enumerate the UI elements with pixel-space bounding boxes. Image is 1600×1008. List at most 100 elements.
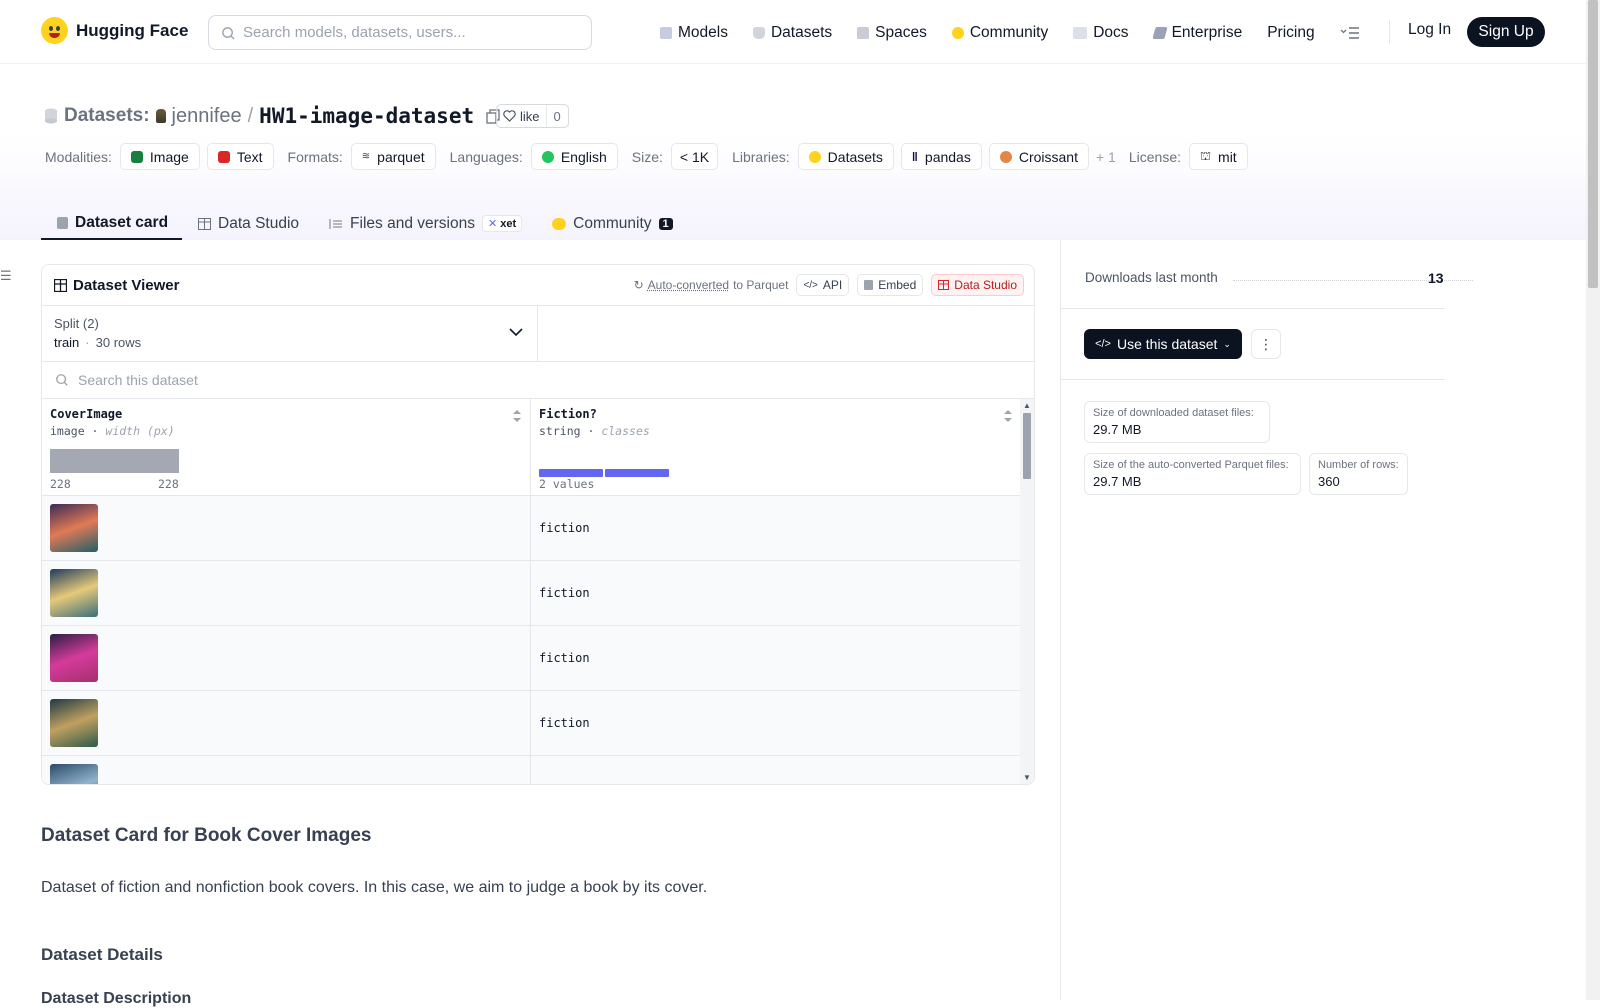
cover-thumbnail[interactable] bbox=[50, 634, 98, 682]
class-bar[interactable] bbox=[539, 469, 603, 477]
tag-datasets-lib[interactable]: Datasets bbox=[798, 143, 894, 170]
cell-cover-image[interactable] bbox=[42, 626, 531, 690]
scroll-up-icon[interactable]: ▲ bbox=[1023, 401, 1031, 410]
brand-logo[interactable]: Hugging Face bbox=[41, 17, 188, 44]
table-scroll-thumb[interactable] bbox=[1023, 413, 1031, 479]
sidebar-divider bbox=[1060, 308, 1444, 309]
sort-icon[interactable] bbox=[1003, 409, 1013, 423]
nav-datasets[interactable]: Datasets bbox=[753, 24, 832, 42]
column-header-fiction[interactable]: Fiction? string · classes 2 values bbox=[531, 399, 1021, 495]
class-distribution bbox=[539, 469, 669, 477]
cell-cover-image[interactable] bbox=[42, 691, 531, 755]
cell-fiction[interactable]: fiction bbox=[531, 691, 1021, 755]
table-scrollbar[interactable]: ▲ ▼ bbox=[1020, 399, 1034, 784]
table-body: fiction fiction fiction fiction bbox=[42, 496, 1034, 784]
globe-icon bbox=[542, 151, 554, 163]
cover-thumbnail[interactable] bbox=[50, 699, 98, 747]
stat-label: Number of rows: bbox=[1318, 459, 1399, 471]
cell-fiction[interactable]: fiction bbox=[531, 626, 1021, 690]
scroll-down-icon[interactable]: ▼ bbox=[1023, 773, 1031, 782]
tab-dataset-card[interactable]: Dataset card bbox=[41, 196, 182, 240]
table-row[interactable]: fiction bbox=[42, 496, 1034, 561]
table-row[interactable]: fiction bbox=[42, 561, 1034, 626]
cell-cover-image[interactable] bbox=[42, 561, 531, 625]
tab-files-and-versions[interactable]: Files and versions ✕ xet bbox=[313, 196, 536, 240]
column-header-coverimage[interactable]: CoverImage image · width (px) 228 228 bbox=[42, 399, 531, 495]
hf-datasets-icon bbox=[809, 151, 821, 163]
tag-license[interactable]: ⛫ mit bbox=[1189, 143, 1248, 170]
data-studio-button[interactable]: Data Studio bbox=[931, 274, 1024, 296]
cell-fiction[interactable] bbox=[531, 756, 1021, 784]
formats-label: Formats: bbox=[288, 149, 343, 165]
tag-size[interactable]: < 1K bbox=[671, 143, 718, 170]
nav-docs[interactable]: Docs bbox=[1073, 24, 1128, 42]
code-icon: </> bbox=[1095, 338, 1111, 350]
code-icon: </> bbox=[803, 280, 817, 291]
xet-badge-label: xet bbox=[500, 218, 516, 230]
cover-thumbnail[interactable] bbox=[50, 764, 98, 784]
tag-croissant[interactable]: Croissant bbox=[989, 143, 1089, 170]
nav-models[interactable]: Models bbox=[660, 24, 728, 42]
global-search-input[interactable]: Search models, datasets, users... bbox=[208, 15, 592, 50]
nav-spaces[interactable]: Spaces bbox=[857, 24, 927, 42]
cover-thumbnail[interactable] bbox=[50, 569, 98, 617]
cell-fiction[interactable]: fiction bbox=[531, 561, 1021, 625]
tag-english[interactable]: English bbox=[531, 143, 618, 170]
like-count: 0 bbox=[547, 109, 568, 124]
repo-name[interactable]: HW1-image-dataset bbox=[259, 104, 474, 128]
split-rows: 30 rows bbox=[96, 335, 142, 350]
croissant-icon bbox=[1000, 151, 1012, 163]
nav-more-menu[interactable] bbox=[1340, 26, 1360, 40]
dataset-card-icon bbox=[57, 217, 68, 229]
nav-enterprise[interactable]: Enterprise bbox=[1154, 24, 1243, 42]
cell-value: fiction bbox=[539, 586, 590, 600]
split-value: train bbox=[54, 335, 79, 350]
tab-data-studio[interactable]: Data Studio bbox=[182, 196, 313, 240]
tab-community[interactable]: Community 1 bbox=[536, 196, 687, 240]
toc-toggle-icon[interactable]: ☰ bbox=[0, 268, 12, 284]
tag-pandas[interactable]: ǁ pandas bbox=[901, 143, 982, 170]
cell-cover-image[interactable] bbox=[42, 756, 531, 784]
use-this-dataset-button[interactable]: </> Use this dataset ⌄ bbox=[1084, 329, 1242, 359]
login-link[interactable]: Log In bbox=[1408, 21, 1451, 39]
table-row[interactable]: fiction bbox=[42, 691, 1034, 756]
cell-value: fiction bbox=[539, 716, 590, 730]
width-histogram-bar[interactable] bbox=[50, 449, 179, 473]
table-row[interactable] bbox=[42, 756, 1034, 784]
page-scrollbar[interactable] bbox=[1586, 0, 1600, 1000]
tag-parquet[interactable]: ≋ parquet bbox=[351, 143, 436, 170]
signup-button[interactable]: Sign Up bbox=[1467, 17, 1545, 47]
docs-icon bbox=[1073, 27, 1087, 39]
owner-link[interactable]: jennifee bbox=[172, 105, 242, 128]
cell-cover-image[interactable] bbox=[42, 496, 531, 560]
card-heading: Dataset Card for Book Cover Images bbox=[41, 825, 372, 847]
class-bar[interactable] bbox=[605, 469, 669, 477]
tag-text[interactable]: Text bbox=[207, 143, 274, 170]
tag-image[interactable]: Image bbox=[120, 143, 200, 170]
like-button[interactable]: like 0 bbox=[496, 104, 569, 128]
cell-fiction[interactable]: fiction bbox=[531, 496, 1021, 560]
libraries-more[interactable]: + 1 bbox=[1096, 149, 1116, 165]
embed-button[interactable]: Embed bbox=[857, 274, 923, 296]
community-count-badge: 1 bbox=[659, 218, 673, 230]
stat-row-count: Number of rows: 360 bbox=[1309, 453, 1408, 495]
menu-icon bbox=[1340, 26, 1360, 40]
stat-value: 360 bbox=[1318, 474, 1399, 489]
cover-thumbnail[interactable] bbox=[50, 504, 98, 552]
api-button[interactable]: </> API bbox=[796, 274, 849, 296]
more-options-button[interactable]: ⋮ bbox=[1251, 329, 1281, 359]
page-scroll-thumb[interactable] bbox=[1588, 0, 1598, 288]
auto-converted-link[interactable]: ↻ Auto-converted to Parquet bbox=[634, 278, 789, 292]
table-row[interactable]: fiction bbox=[42, 626, 1034, 691]
nav-pricing[interactable]: Pricing bbox=[1267, 24, 1314, 42]
to-parquet-text: to Parquet bbox=[733, 278, 788, 292]
split-selector[interactable]: Split (2) train · 30 rows bbox=[42, 306, 538, 361]
class-summary: 2 values bbox=[539, 477, 594, 491]
dataset-search-input[interactable]: Search this dataset bbox=[42, 362, 1034, 399]
tag-license-label: mit bbox=[1218, 149, 1237, 165]
nav-community[interactable]: Community bbox=[952, 24, 1048, 42]
column-type: image bbox=[50, 424, 85, 438]
kebab-icon: ⋮ bbox=[1259, 336, 1273, 353]
sort-icon[interactable] bbox=[512, 409, 522, 423]
breadcrumb: Datasets: jennifee / HW1-image-dataset bbox=[44, 104, 500, 128]
